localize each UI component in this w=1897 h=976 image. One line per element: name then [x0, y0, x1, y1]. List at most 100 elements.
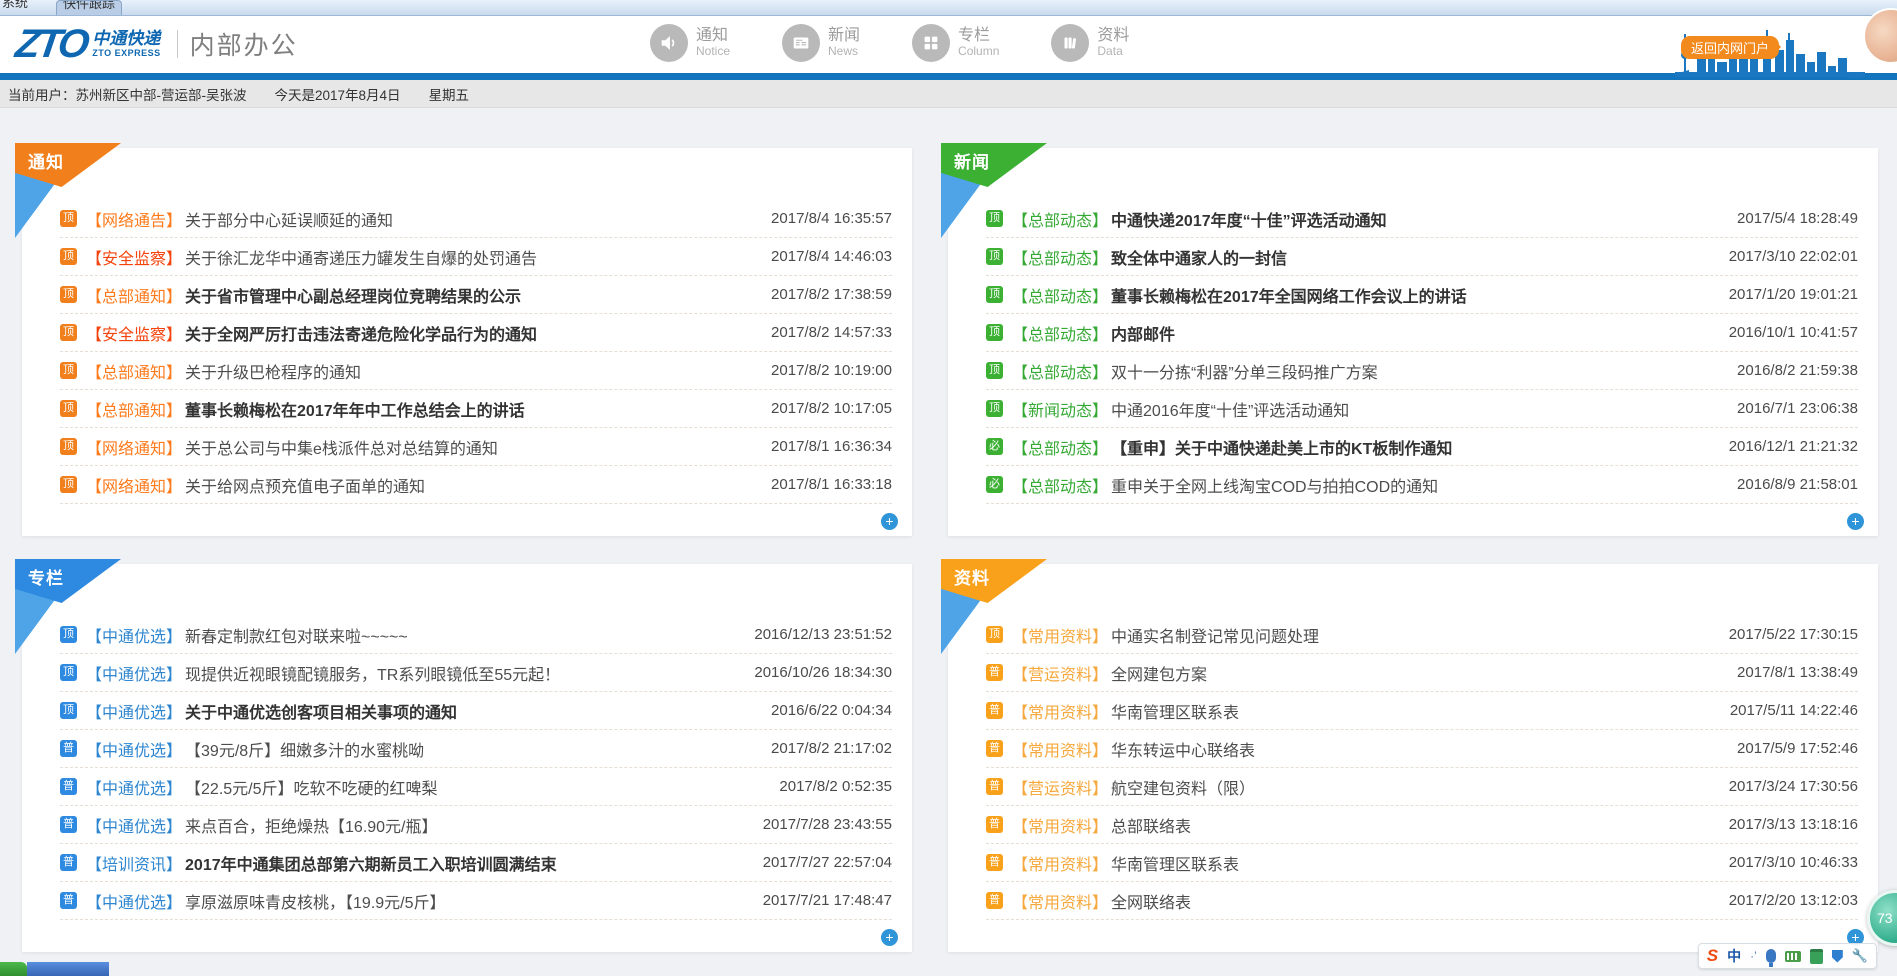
category-tag[interactable]: 【常用资料】	[1012, 851, 1108, 875]
item-title-link[interactable]: 双十一分拣“利器”分单三段码推广方案	[1111, 359, 1378, 383]
zto-logo[interactable]: ZTO 中通快递 ZTO EXPRESS 内部办公	[16, 24, 298, 64]
category-tag[interactable]: 【常用资料】	[1012, 623, 1108, 647]
category-tag[interactable]: 【新闻动态】	[1012, 397, 1108, 421]
category-tag[interactable]: 【培训资讯】	[86, 851, 182, 875]
item-title-link[interactable]: 全网联络表	[1111, 889, 1191, 913]
item-title-link[interactable]: 关于给网点预充值电子面单的通知	[185, 473, 425, 497]
list-item[interactable]: 顶【总部动态】董事长赖梅松在2017年全国网络工作会议上的讲话2017/1/20…	[986, 276, 1858, 314]
item-title-link[interactable]: 中通2016年度“十佳”评选活动通知	[1111, 397, 1349, 421]
list-item[interactable]: 普【培训资讯】2017年中通集团总部第六期新员工入职培训圆满结束2017/7/2…	[60, 844, 892, 882]
list-item[interactable]: 顶【网络通知】关于给网点预充值电子面单的通知2017/8/1 16:33:18	[60, 466, 892, 504]
item-title-link[interactable]: 【重申】关于中通快递赴美上市的KT板制作通知	[1111, 435, 1452, 459]
nav-data[interactable]: 资料 Data	[1051, 24, 1129, 62]
list-item[interactable]: 顶【网络通知】关于总公司与中集e栈派件总对总结算的通知2017/8/1 16:3…	[60, 428, 892, 466]
item-title-link[interactable]: 重申关于全网上线淘宝COD与拍拍COD的通知	[1111, 473, 1438, 497]
list-item[interactable]: 顶【网络通告】关于部分中心延误顺延的通知2017/8/4 16:35:57	[60, 200, 892, 238]
item-title-link[interactable]: 【39元/8斤】细嫩多汁的水蜜桃呦	[185, 737, 424, 761]
category-tag[interactable]: 【网络通告】	[86, 207, 182, 231]
category-tag[interactable]: 【总部动态】	[1012, 435, 1108, 459]
item-title-link[interactable]: 致全体中通家人的一封信	[1111, 245, 1287, 269]
more-button[interactable]: +	[881, 513, 898, 530]
category-tag[interactable]: 【常用资料】	[1012, 737, 1108, 761]
list-item[interactable]: 顶【安全监察】关于徐汇龙华中通寄递压力罐发生自爆的处罚通告2017/8/4 14…	[60, 238, 892, 276]
item-title-link[interactable]: 关于中通优选创客项目相关事项的通知	[185, 699, 457, 723]
mic-icon[interactable]	[1766, 949, 1776, 963]
list-item[interactable]: 顶【新闻动态】中通2016年度“十佳”评选活动通知2016/7/1 23:06:…	[986, 390, 1858, 428]
item-title-link[interactable]: 华东转运中心联络表	[1111, 737, 1255, 761]
category-tag[interactable]: 【总部动态】	[1012, 207, 1108, 231]
category-tag[interactable]: 【中通优选】	[86, 775, 182, 799]
category-tag[interactable]: 【中通优选】	[86, 737, 182, 761]
category-tag[interactable]: 【总部动态】	[1012, 245, 1108, 269]
start-button-fragment[interactable]	[0, 962, 27, 976]
item-title-link[interactable]: 关于部分中心延误顺延的通知	[185, 207, 393, 231]
list-item[interactable]: 普【营运资料】航空建包资料（限）2017/3/24 17:30:56	[986, 768, 1858, 806]
list-item[interactable]: 必【总部动态】重申关于全网上线淘宝COD与拍拍COD的通知2016/8/9 21…	[986, 466, 1858, 504]
taskbar-fragment[interactable]	[27, 962, 109, 976]
item-title-link[interactable]: 2017年中通集团总部第六期新员工入职培训圆满结束	[185, 851, 557, 875]
toolbox-icon[interactable]	[1810, 949, 1823, 964]
punctuation-icon[interactable]: ·’	[1750, 949, 1757, 963]
category-tag[interactable]: 【常用资料】	[1012, 699, 1108, 723]
item-title-link[interactable]: 关于徐汇龙华中通寄递压力罐发生自爆的处罚通告	[185, 245, 537, 269]
list-item[interactable]: 顶【中通优选】现提供近视眼镜配镜服务，TR系列眼镜低至55元起！2016/10/…	[60, 654, 892, 692]
category-tag[interactable]: 【总部动态】	[1012, 473, 1108, 497]
item-title-link[interactable]: 关于升级巴枪程序的通知	[185, 359, 361, 383]
list-item[interactable]: 顶【总部通知】董事长赖梅松在2017年年中工作总结会上的讲话2017/8/2 1…	[60, 390, 892, 428]
list-item[interactable]: 顶【总部通知】关于省市管理中心副总经理岗位竞聘结果的公示2017/8/2 17:…	[60, 276, 892, 314]
category-tag[interactable]: 【中通优选】	[86, 623, 182, 647]
category-tag[interactable]: 【总部通知】	[86, 359, 182, 383]
category-tag[interactable]: 【安全监察】	[86, 245, 182, 269]
item-title-link[interactable]: 航空建包资料（限）	[1111, 775, 1255, 799]
more-button[interactable]: +	[881, 929, 898, 946]
category-tag[interactable]: 【常用资料】	[1012, 889, 1108, 913]
nav-notice[interactable]: 通知 Notice	[650, 24, 730, 62]
list-item[interactable]: 顶【安全监察】关于全网严厉打击违法寄递危险化学品行为的通知2017/8/2 14…	[60, 314, 892, 352]
item-title-link[interactable]: 【22.5元/5斤】吃软不吃硬的红啤梨	[185, 775, 438, 799]
shield-icon[interactable]	[1832, 950, 1843, 963]
more-button[interactable]: +	[1847, 513, 1864, 530]
nav-news[interactable]: 新闻 News	[782, 24, 860, 62]
list-item[interactable]: 普【常用资料】全网联络表2017/2/20 13:12:03	[986, 882, 1858, 920]
category-tag[interactable]: 【营运资料】	[1012, 661, 1108, 685]
item-title-link[interactable]: 中通快递2017年度“十佳”评选活动通知	[1111, 207, 1387, 231]
return-intranet-button[interactable]: 返回内网门户	[1681, 36, 1779, 59]
nav-column[interactable]: 专栏 Column	[912, 24, 999, 62]
category-tag[interactable]: 【中通优选】	[86, 889, 182, 913]
item-title-link[interactable]: 全网建包方案	[1111, 661, 1207, 685]
list-item[interactable]: 普【中通优选】【22.5元/5斤】吃软不吃硬的红啤梨2017/8/2 0:52:…	[60, 768, 892, 806]
category-tag[interactable]: 【网络通知】	[86, 435, 182, 459]
browser-tab-1[interactable]: 系统	[2, 0, 28, 13]
category-tag[interactable]: 【网络通知】	[86, 473, 182, 497]
list-item[interactable]: 顶【中通优选】新春定制款红包对联来啦~~~~~2016/12/13 23:51:…	[60, 616, 892, 654]
keyboard-icon[interactable]	[1785, 951, 1801, 962]
list-item[interactable]: 普【常用资料】华南管理区联系表2017/5/11 14:22:46	[986, 692, 1858, 730]
category-tag[interactable]: 【中通优选】	[86, 813, 182, 837]
category-tag[interactable]: 【总部动态】	[1012, 321, 1108, 345]
wrench-icon[interactable]: 🔧	[1852, 948, 1868, 964]
lang-zh-icon[interactable]: 中	[1727, 946, 1741, 966]
category-tag[interactable]: 【常用资料】	[1012, 813, 1108, 837]
avatar[interactable]	[1863, 8, 1897, 64]
list-item[interactable]: 顶【中通优选】关于中通优选创客项目相关事项的通知2016/6/22 0:04:3…	[60, 692, 892, 730]
list-item[interactable]: 顶【总部通知】关于升级巴枪程序的通知2017/8/2 10:19:00	[60, 352, 892, 390]
item-title-link[interactable]: 内部邮件	[1111, 321, 1175, 345]
browser-tab-2[interactable]: 快件跟踪	[56, 0, 122, 16]
category-tag[interactable]: 【中通优选】	[86, 699, 182, 723]
item-title-link[interactable]: 华南管理区联系表	[1111, 851, 1239, 875]
category-tag[interactable]: 【安全监察】	[86, 321, 182, 345]
list-item[interactable]: 普【常用资料】华南管理区联系表2017/3/10 10:46:33	[986, 844, 1858, 882]
item-title-link[interactable]: 享原滋原味青皮核桃，【19.9元/5斤】	[185, 889, 446, 913]
list-item[interactable]: 必【总部动态】【重申】关于中通快递赴美上市的KT板制作通知2016/12/1 2…	[986, 428, 1858, 466]
item-title-link[interactable]: 关于总公司与中集e栈派件总对总结算的通知	[185, 435, 498, 459]
item-title-link[interactable]: 董事长赖梅松在2017年全国网络工作会议上的讲话	[1111, 283, 1467, 307]
item-title-link[interactable]: 关于全网严厉打击违法寄递危险化学品行为的通知	[185, 321, 537, 345]
item-title-link[interactable]: 华南管理区联系表	[1111, 699, 1239, 723]
item-title-link[interactable]: 关于省市管理中心副总经理岗位竞聘结果的公示	[185, 283, 521, 307]
item-title-link[interactable]: 新春定制款红包对联来啦~~~~~	[185, 623, 408, 647]
list-item[interactable]: 顶【总部动态】内部邮件2016/10/1 10:41:57	[986, 314, 1858, 352]
category-tag[interactable]: 【中通优选】	[86, 661, 182, 685]
item-title-link[interactable]: 中通实名制登记常见问题处理	[1111, 623, 1319, 647]
list-item[interactable]: 顶【总部动态】中通快递2017年度“十佳”评选活动通知2017/5/4 18:2…	[986, 200, 1858, 238]
item-title-link[interactable]: 现提供近视眼镜配镜服务，TR系列眼镜低至55元起！	[185, 661, 560, 685]
